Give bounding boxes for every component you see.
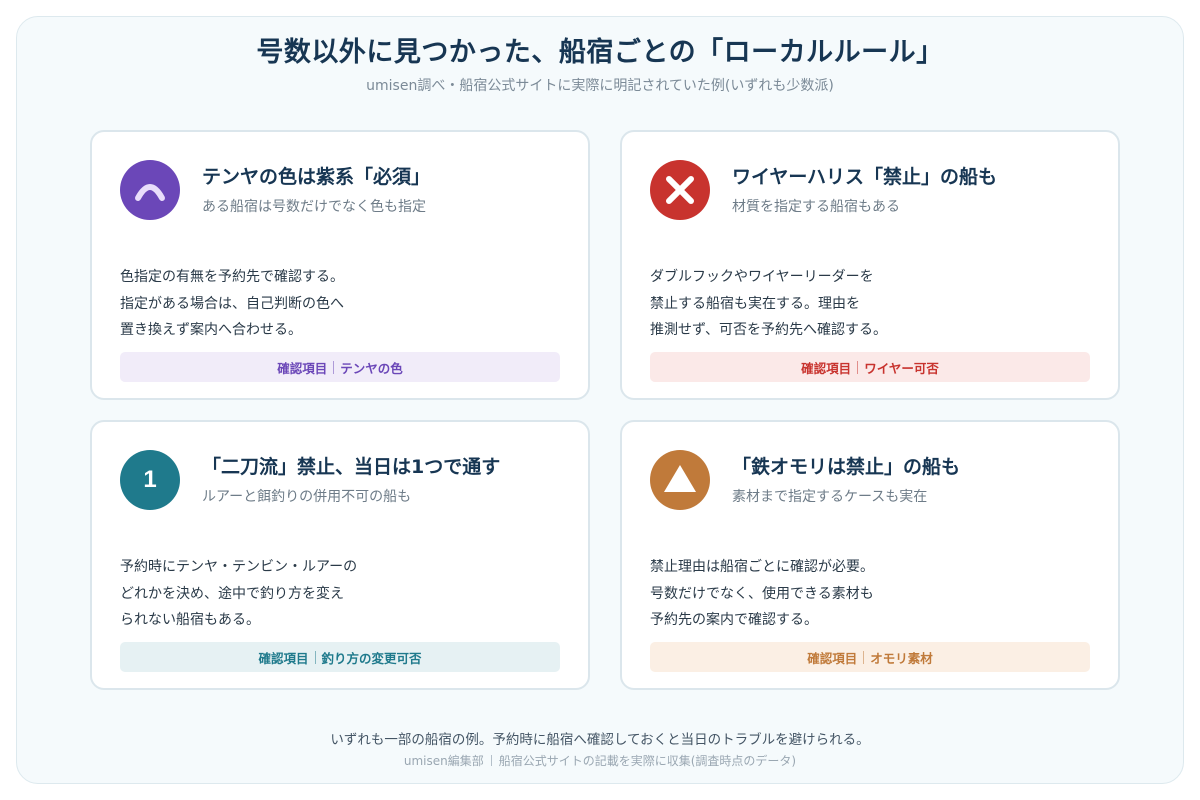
credit-source: 船宿公式サイトの記載を実際に収集(調査時点のデータ) [498,754,797,768]
body-line: 予約時にテンヤ・テンビン・ルアーの [120,559,358,575]
tag-label: 確認項目 [807,650,858,666]
tag-label: 確認項目 [277,360,328,376]
card-title: テンヤの色は紫系「必須」 [202,166,431,188]
credit-editor: umisen編集部 [403,754,484,768]
body-line: 予約先の案内で確認する。 [650,612,818,628]
body-line: 置き換えず案内へ合わせる。 [120,322,302,338]
card-title: ワイヤーハリス「禁止」の船も [732,166,998,188]
card-title: 「二刀流」禁止、当日は1つで通す [202,456,501,478]
check-item-tag: 確認項目 ワイヤー可否 [650,352,1090,382]
card-subtitle: ある船宿は号数だけでなく色も指定 [202,199,426,215]
card-subtitle: 材質を指定する船宿もある [732,199,900,215]
card-body: 予約時にテンヤ・テンビン・ルアーの どれかを決め、途中で釣り方を変え られない船… [120,554,357,634]
card-title: 「鉄オモリは禁止」の船も [732,456,961,478]
tag-label: 確認項目 [258,650,309,666]
cross-icon [650,160,710,220]
footer-credit: umisen編集部 船宿公式サイトの記載を実際に収集(調査時点のデータ) [0,752,1200,769]
tag-value: 釣り方の変更可否 [321,650,422,666]
body-line: 号数だけでなく、使用できる素材も [650,585,874,602]
check-item-tag: 確認項目 釣り方の変更可否 [120,642,560,672]
rule-card-iron-sinker-ban: 「鉄オモリは禁止」の船も 素材まで指定するケースも実在 禁止理由は船宿ごとに確認… [620,420,1120,690]
tag-value: オモリ素材 [870,650,933,666]
card-subtitle: ルアーと餌釣りの併用不可の船も [202,489,412,505]
body-line: 禁止理由は船宿ごとに確認が必要。 [650,559,874,575]
tag-separator [857,360,859,374]
body-line: られない船宿もある。 [120,612,260,628]
number-one-icon: 1 [120,450,180,510]
tag-separator [863,650,865,664]
tag-separator [333,360,335,374]
check-item-tag: 確認項目 テンヤの色 [120,352,560,382]
credit-separator [490,755,492,766]
triangle-icon [650,450,710,510]
body-line: 色指定の有無を予約先で確認する。 [120,269,344,285]
tag-separator [314,650,316,664]
rule-card-wire-ban: ワイヤーハリス「禁止」の船も 材質を指定する船宿もある ダブルフックやワイヤーリ… [620,130,1120,400]
body-line: 指定がある場合は、自己判断の色へ [120,295,344,312]
rule-card-tenya-color: テンヤの色は紫系「必須」 ある船宿は号数だけでなく色も指定 色指定の有無を予約先… [90,130,590,400]
tag-value: ワイヤー可否 [864,360,939,376]
footer-note: いずれも一部の船宿の例。予約時に船宿へ確認しておくと当日のトラブルを避けられる。 [330,732,870,748]
card-body: ダブルフックやワイヤーリーダーを 禁止する船宿も実在する。理由を 推測せず、可否… [650,264,887,344]
body-line: ダブルフックやワイヤーリーダーを [650,269,874,285]
body-line: どれかを決め、途中で釣り方を変え [120,585,344,602]
page-subtitle: umisen調べ・船宿公式サイトに実際に明記されていた例(いずれも少数派) [366,78,834,94]
arch-icon [120,160,180,220]
tag-value: テンヤの色 [340,360,403,376]
check-item-tag: 確認項目 オモリ素材 [650,642,1090,672]
card-body: 禁止理由は船宿ごとに確認が必要。 号数だけでなく、使用できる素材も 予約先の案内… [650,554,874,634]
rule-card-single-method: 1 「二刀流」禁止、当日は1つで通す ルアーと餌釣りの併用不可の船も 予約時にテ… [90,420,590,690]
body-line: 推測せず、可否を予約先へ確認する。 [650,322,888,338]
tag-label: 確認項目 [801,360,852,376]
card-body: 色指定の有無を予約先で確認する。 指定がある場合は、自己判断の色へ 置き換えず案… [120,264,344,344]
card-subtitle: 素材まで指定するケースも実在 [732,489,928,505]
page-title: 号数以外に見つかった、船宿ごとの「ローカルルール」 [256,37,944,68]
icon-number: 1 [143,466,157,493]
body-line: 禁止する船宿も実在する。理由を [650,295,860,312]
